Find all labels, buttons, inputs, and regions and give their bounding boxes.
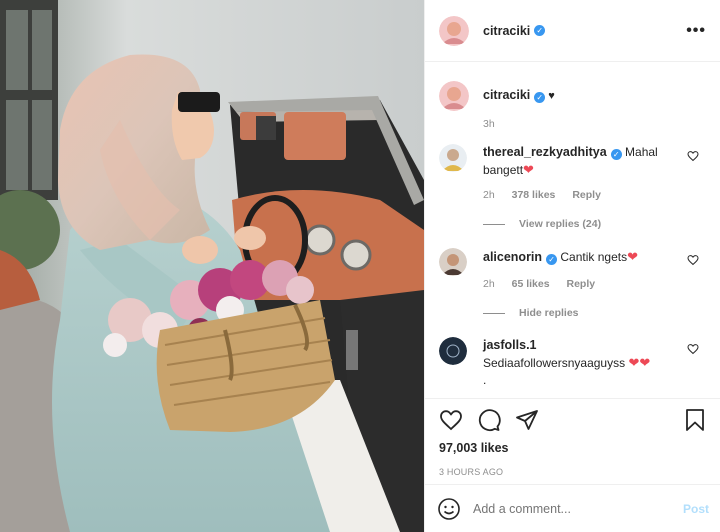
post-caption: citraciki ✓ ♥ 3h <box>439 81 707 130</box>
hide-replies-toggle[interactable]: Hide replies <box>483 307 707 319</box>
verified-badge-icon: ✓ <box>534 92 546 103</box>
commenter-avatar[interactable] <box>439 144 467 172</box>
comment-input[interactable] <box>473 501 683 516</box>
caption-username[interactable]: citraciki <box>483 88 530 102</box>
post-side-panel: citraciki ✓ ••• citraciki ✓ ♥ 3h thereal… <box>424 0 720 532</box>
caption-meta: 3h <box>483 118 555 130</box>
comment-text: Cantik ngets <box>560 250 628 264</box>
replies-divider <box>483 223 505 225</box>
author-avatar[interactable] <box>439 15 469 46</box>
heart-icon[interactable] <box>439 408 463 432</box>
comment-item: thereal_rezkyadhitya ✓ Mahal bangett❤ 2h … <box>439 144 707 204</box>
comment-body: Sediaafollowersnyaaguyss ❤❤ <box>483 354 683 372</box>
commenter-username[interactable]: jasfolls.1 <box>483 338 537 352</box>
post-timestamp: 3 HOURS AGO <box>439 467 504 477</box>
commenter-avatar[interactable] <box>439 337 467 365</box>
black-heart-icon: ♥ <box>548 90 555 102</box>
comment-item: alicenorin ✓ Cantik ngets❤ 2h 65 likes Re… <box>439 248 707 293</box>
post-photo[interactable] <box>0 0 424 532</box>
post-viewer: citraciki ✓ ••• citraciki ✓ ♥ 3h thereal… <box>0 0 720 532</box>
verified-badge-icon: ✓ <box>610 149 622 160</box>
paper-plane-icon[interactable] <box>515 408 539 432</box>
view-replies-toggle[interactable]: View replies (24) <box>483 218 707 230</box>
post-footer: 97,003 likes 3 HOURS AGO Post <box>425 398 720 520</box>
author-username[interactable]: citraciki <box>483 24 530 38</box>
action-bar <box>425 399 720 441</box>
comment-item: jasfolls.1 Sediaafollowersnyaaguyss ❤❤ . <box>439 337 707 389</box>
red-heart-emoji: ❤ <box>639 355 651 370</box>
commenter-username[interactable]: thereal_rezkyadhitya <box>483 145 607 159</box>
photo-illustration <box>0 0 424 532</box>
post-header: citraciki ✓ ••• <box>425 0 720 62</box>
caption-avatar[interactable] <box>439 81 469 111</box>
speech-bubble-icon[interactable] <box>477 408 501 432</box>
comment-time: 2h <box>483 189 495 201</box>
comment-heart-icon[interactable] <box>687 150 699 162</box>
bookmark-icon[interactable] <box>683 408 707 432</box>
comment-time: 2h <box>483 278 495 290</box>
add-comment-bar: Post <box>425 484 720 532</box>
comment-text: Sediaafollowersnyaaguyss <box>483 356 626 370</box>
comment-heart-icon[interactable] <box>687 343 699 355</box>
replies-label: View replies (24) <box>519 218 602 230</box>
comment-likes[interactable]: 378 likes <box>512 189 556 201</box>
more-options-icon[interactable]: ••• <box>686 22 706 40</box>
comment-heart-icon[interactable] <box>687 254 699 266</box>
comments-list[interactable]: citraciki ✓ ♥ 3h thereal_rezkyadhitya ✓ Mah… <box>425 63 720 399</box>
comment-likes[interactable]: 65 likes <box>512 278 550 290</box>
reply-button[interactable]: Reply <box>572 189 601 201</box>
replies-label: Hide replies <box>519 307 579 319</box>
smiley-icon[interactable] <box>437 497 461 521</box>
commenter-username[interactable]: alicenorin <box>483 250 542 264</box>
replies-divider <box>483 312 505 314</box>
commenter-avatar[interactable] <box>439 248 467 276</box>
red-heart-emoji: ❤ <box>627 249 638 264</box>
reply-button[interactable]: Reply <box>566 278 595 290</box>
comment-trailing: . <box>483 373 487 387</box>
comment-meta: 2h 378 likes Reply <box>483 187 683 204</box>
like-count[interactable]: 97,003 likes <box>425 441 720 455</box>
verified-badge-icon: ✓ <box>534 25 546 36</box>
red-heart-emoji: ❤ <box>628 355 640 370</box>
caption-time: 3h <box>483 118 495 130</box>
verified-badge-icon: ✓ <box>546 254 558 265</box>
red-heart-emoji: ❤ <box>523 162 534 177</box>
comment-meta: 2h 65 likes Reply <box>483 276 683 293</box>
post-button[interactable]: Post <box>683 502 709 516</box>
